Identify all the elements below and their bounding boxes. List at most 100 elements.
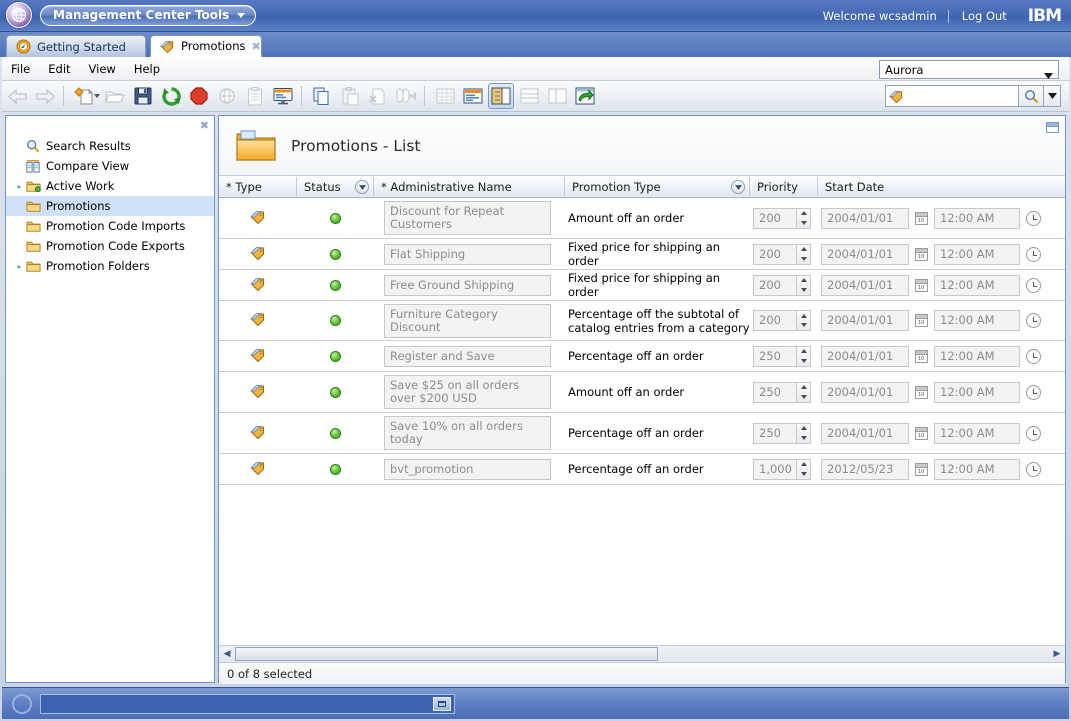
spinner-up-icon[interactable] bbox=[800, 313, 807, 318]
priority-value[interactable]: 250 bbox=[753, 345, 797, 367]
clock-icon[interactable] bbox=[1026, 425, 1041, 441]
forward-button[interactable] bbox=[32, 83, 58, 109]
start-date-field[interactable]: 2004/01/01 bbox=[821, 310, 909, 331]
spinner-up-icon[interactable] bbox=[800, 247, 807, 252]
spinner-up-icon[interactable] bbox=[800, 278, 807, 283]
calendar-icon[interactable]: 10 bbox=[915, 349, 928, 363]
back-button[interactable] bbox=[4, 83, 30, 109]
cell-type[interactable] bbox=[219, 372, 297, 412]
table-row[interactable]: Register and Save Percentage off an order… bbox=[219, 341, 1065, 372]
cell-type[interactable] bbox=[219, 301, 297, 340]
calendar-icon[interactable]: 10 bbox=[915, 278, 928, 292]
clock-icon[interactable] bbox=[1026, 210, 1041, 226]
spinner-down-icon[interactable] bbox=[800, 287, 807, 292]
column-header-start-date[interactable]: Start Date bbox=[818, 177, 1065, 197]
chevron-right-icon[interactable]: ▸ bbox=[14, 262, 25, 271]
start-date-field[interactable]: 2004/01/01 bbox=[821, 207, 909, 229]
priority-spinner[interactable] bbox=[797, 310, 811, 331]
restore-window-icon[interactable] bbox=[433, 696, 451, 711]
start-date-field[interactable]: 2012/05/23 bbox=[821, 458, 909, 480]
tab-getting-started[interactable]: Getting Started bbox=[6, 35, 146, 57]
monitor-button[interactable] bbox=[270, 83, 296, 109]
spinner-down-icon[interactable] bbox=[800, 394, 807, 399]
start-time-field[interactable]: 12:00 AM bbox=[934, 274, 1020, 296]
spinner-down-icon[interactable] bbox=[800, 256, 807, 261]
priority-value[interactable]: 250 bbox=[753, 422, 797, 444]
menu-edit[interactable]: Edit bbox=[39, 60, 79, 78]
priority-spinner[interactable] bbox=[797, 422, 811, 444]
launch-external-button[interactable] bbox=[572, 83, 598, 109]
sidebar-item-active-work[interactable]: ▸ Active Work bbox=[6, 176, 214, 196]
calendar-icon[interactable]: 10 bbox=[915, 462, 928, 476]
start-date-field[interactable]: 2004/01/01 bbox=[821, 274, 909, 296]
save-button[interactable] bbox=[130, 83, 156, 109]
search-input[interactable] bbox=[907, 88, 1018, 104]
start-time-field[interactable]: 12:00 AM bbox=[934, 310, 1020, 331]
priority-value[interactable]: 250 bbox=[753, 381, 797, 403]
cell-priority[interactable]: 250 bbox=[750, 341, 818, 371]
priority-stepper[interactable]: 250 bbox=[753, 422, 811, 444]
sidebar-item-search-results[interactable]: Search Results bbox=[6, 136, 214, 156]
column-header-administrative-name[interactable]: * Administrative Name bbox=[374, 177, 565, 197]
tab-promotions[interactable]: Promotions ✖ bbox=[150, 35, 262, 57]
clock-icon[interactable] bbox=[1026, 461, 1041, 477]
refresh-button[interactable] bbox=[158, 83, 184, 109]
split-horizontal-button[interactable] bbox=[516, 83, 542, 109]
menu-file[interactable]: File bbox=[2, 60, 39, 78]
properties-button[interactable] bbox=[242, 83, 268, 109]
search-menu-button[interactable] bbox=[1044, 85, 1061, 107]
administrative-name-field[interactable]: Register and Save bbox=[384, 345, 551, 367]
cell-priority[interactable]: 250 bbox=[750, 372, 818, 412]
cell-administrative-name[interactable]: Furniture Category Discount bbox=[374, 301, 565, 340]
table-row[interactable]: bvt_promotion Percentage off an order 1,00… bbox=[219, 454, 1065, 485]
start-date-field[interactable]: 2004/01/01 bbox=[821, 381, 909, 403]
cell-type[interactable] bbox=[219, 270, 297, 300]
column-header-priority[interactable]: Priority bbox=[750, 177, 818, 197]
administrative-name-field[interactable]: Free Ground Shipping bbox=[384, 274, 551, 296]
grid-view-button[interactable] bbox=[432, 83, 458, 109]
cell-priority[interactable]: 250 bbox=[750, 413, 818, 453]
menu-view[interactable]: View bbox=[80, 60, 125, 78]
sidebar-item-promotions[interactable]: Promotions bbox=[6, 196, 214, 216]
copy-button[interactable] bbox=[309, 83, 335, 109]
priority-spinner[interactable] bbox=[797, 243, 811, 265]
priority-stepper[interactable]: 250 bbox=[753, 345, 811, 367]
column-filter-icon[interactable] bbox=[731, 180, 745, 194]
clock-icon[interactable] bbox=[1026, 277, 1041, 293]
chevron-right-icon[interactable]: ▸ bbox=[14, 182, 25, 191]
column-filter-icon[interactable] bbox=[355, 180, 369, 194]
sidebar-item-compare-view[interactable]: Compare View bbox=[6, 156, 214, 176]
clock-icon[interactable] bbox=[1026, 246, 1041, 262]
priority-stepper[interactable]: 200 bbox=[753, 310, 811, 331]
column-header-status[interactable]: Status bbox=[297, 177, 374, 197]
priority-value[interactable]: 200 bbox=[753, 243, 797, 265]
scrollbar-track[interactable] bbox=[235, 647, 1049, 661]
cell-administrative-name[interactable]: Discount for Repeat Customers bbox=[374, 198, 565, 238]
table-row[interactable]: Save 10% on all orders today Percentage o… bbox=[219, 413, 1065, 454]
cell-priority[interactable]: 200 bbox=[750, 301, 818, 340]
cell-type[interactable] bbox=[219, 341, 297, 371]
table-row[interactable]: Save $25 on all orders over $200 USD Amou… bbox=[219, 372, 1065, 413]
horizontal-scrollbar[interactable]: ◀ ▶ bbox=[219, 645, 1065, 662]
start-time-field[interactable]: 12:00 AM bbox=[934, 381, 1020, 403]
priority-stepper[interactable]: 200 bbox=[753, 243, 811, 265]
administrative-name-field[interactable]: Flat Shipping bbox=[384, 243, 551, 265]
cell-type[interactable] bbox=[219, 454, 297, 484]
start-time-field[interactable]: 12:00 AM bbox=[934, 458, 1020, 480]
priority-spinner[interactable] bbox=[797, 381, 811, 403]
calendar-icon[interactable]: 10 bbox=[915, 426, 928, 440]
cell-type[interactable] bbox=[219, 413, 297, 453]
table-row[interactable]: Furniture Category Discount Percentage of… bbox=[219, 301, 1065, 341]
priority-spinner[interactable] bbox=[797, 345, 811, 367]
cell-priority[interactable]: 200 bbox=[750, 270, 818, 300]
clock-icon[interactable] bbox=[1026, 384, 1041, 400]
cell-administrative-name[interactable]: Free Ground Shipping bbox=[374, 270, 565, 300]
logout-link[interactable]: Log Out bbox=[949, 9, 1020, 23]
start-time-field[interactable]: 12:00 AM bbox=[934, 243, 1020, 265]
menu-help[interactable]: Help bbox=[125, 60, 169, 78]
table-row[interactable]: Discount for Repeat Customers Amount off … bbox=[219, 198, 1065, 239]
spinner-down-icon[interactable] bbox=[800, 358, 807, 363]
close-icon[interactable]: ✖ bbox=[200, 119, 209, 132]
priority-spinner[interactable] bbox=[797, 274, 811, 296]
priority-value[interactable]: 1,000 bbox=[753, 458, 797, 480]
